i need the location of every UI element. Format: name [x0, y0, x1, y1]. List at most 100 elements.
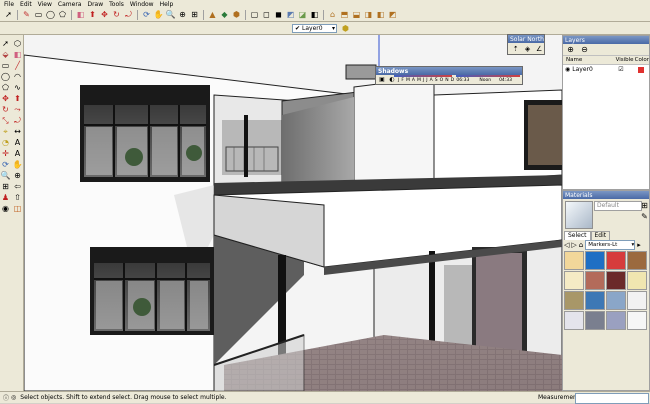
polygon-icon[interactable]: ⬠: [57, 10, 68, 21]
tape-measure-icon[interactable]: ⌖: [0, 126, 11, 137]
material-swatch[interactable]: [627, 291, 647, 310]
library-dropdown[interactable]: Markers-Lt ▾: [585, 240, 636, 250]
xray-icon[interactable]: ▢: [249, 10, 260, 21]
tab-edit[interactable]: Edit: [590, 231, 611, 240]
menu-help[interactable]: Help: [160, 1, 174, 8]
shaded-icon[interactable]: ◩: [285, 10, 296, 21]
create-material-icon[interactable]: ⊞: [639, 200, 650, 211]
offset-icon[interactable]: ⤾: [12, 115, 23, 126]
move-icon[interactable]: ✥: [99, 10, 110, 21]
material-swatch[interactable]: [627, 311, 647, 330]
details-arrow-icon[interactable]: ▸: [637, 241, 641, 249]
dimension-icon[interactable]: ↔: [12, 126, 23, 137]
axes-icon[interactable]: ✛: [0, 148, 11, 159]
material-swatch[interactable]: [585, 271, 605, 290]
material-swatch[interactable]: [627, 271, 647, 290]
offset-icon[interactable]: ⤾: [123, 10, 134, 21]
menu-camera[interactable]: Camera: [58, 1, 82, 8]
shaded-textures-icon[interactable]: ◪: [297, 10, 308, 21]
forward-arrow-icon[interactable]: ▷: [571, 241, 576, 249]
model-viewport[interactable]: [24, 35, 562, 391]
home-icon[interactable]: ⌂: [579, 241, 583, 249]
rotate-icon[interactable]: ↻: [111, 10, 122, 21]
make-component-icon[interactable]: ⬡: [12, 38, 23, 49]
menu-file[interactable]: File: [4, 1, 14, 8]
month-scale[interactable]: J F M A M J J A S O N D: [398, 78, 454, 83]
time-slider[interactable]: [456, 75, 520, 77]
move-icon[interactable]: ✥: [0, 93, 11, 104]
visible-checkbox[interactable]: ☑: [618, 66, 634, 73]
polygon-icon[interactable]: ⬠: [0, 82, 11, 93]
circle-icon[interactable]: ◯: [0, 71, 11, 82]
layer-manager-icon[interactable]: ⬢: [340, 23, 351, 34]
zoom-icon[interactable]: 🔍: [165, 10, 176, 21]
select-icon[interactable]: ➚: [0, 38, 11, 49]
display-shadows-icon[interactable]: ◐: [388, 76, 396, 84]
monochrome-icon[interactable]: ◧: [309, 10, 320, 21]
look-around-icon[interactable]: ◉: [0, 203, 11, 214]
top-view-icon[interactable]: ⬒: [339, 10, 350, 21]
material-swatch[interactable]: [585, 311, 605, 330]
set-north-icon[interactable]: ◈: [523, 44, 533, 55]
material-swatch[interactable]: [564, 251, 584, 270]
push-pull-icon[interactable]: ⬆: [87, 10, 98, 21]
menu-tools[interactable]: Tools: [109, 1, 124, 8]
select-arrow-icon[interactable]: ➚: [3, 10, 14, 21]
zoom-window-icon[interactable]: ⊕: [12, 170, 23, 181]
material-swatch[interactable]: [606, 271, 626, 290]
position-camera-icon[interactable]: ♟: [0, 192, 11, 203]
material-swatch[interactable]: [606, 291, 626, 310]
3d-text-icon[interactable]: A: [12, 148, 23, 159]
get-models-icon[interactable]: ⬢: [231, 10, 242, 21]
material-swatch[interactable]: [627, 251, 647, 270]
measurements-field[interactable]: [575, 393, 649, 404]
layer-color-swatch[interactable]: [638, 66, 645, 73]
pan-icon[interactable]: ✋: [153, 10, 164, 21]
zoom-extents-icon[interactable]: ⊞: [189, 10, 200, 21]
eraser-icon[interactable]: ◧: [75, 10, 86, 21]
pencil-icon[interactable]: ✎: [21, 10, 32, 21]
back-view-icon[interactable]: ◧: [375, 10, 386, 21]
eraser-icon[interactable]: ◧: [12, 49, 23, 60]
add-layer-icon[interactable]: ⊕: [565, 44, 576, 55]
text-icon[interactable]: A: [12, 137, 23, 148]
circle-icon[interactable]: ◯: [45, 10, 56, 21]
material-name-field[interactable]: Default: [594, 201, 642, 211]
delete-layer-icon[interactable]: ⊖: [579, 44, 590, 55]
follow-me-icon[interactable]: ⤳: [12, 104, 23, 115]
orbit-icon[interactable]: ⟳: [141, 10, 152, 21]
active-layer-radio[interactable]: ◉: [563, 66, 570, 73]
tab-select[interactable]: Select: [564, 231, 591, 240]
material-swatch[interactable]: [585, 251, 605, 270]
zoom-icon[interactable]: 🔍: [0, 170, 11, 181]
paint-bucket-icon[interactable]: ⬙: [0, 49, 11, 60]
layer-row[interactable]: ◉ Layer0 ☑: [563, 65, 649, 74]
menu-window[interactable]: Window: [130, 1, 154, 8]
shadow-settings-icon[interactable]: ▣: [378, 76, 386, 84]
pan-icon[interactable]: ✋: [12, 159, 23, 170]
scale-icon[interactable]: ⤡: [0, 115, 11, 126]
push-pull-icon[interactable]: ⬆: [12, 93, 23, 104]
material-swatch[interactable]: [564, 291, 584, 310]
previous-view-icon[interactable]: ⇦: [12, 181, 23, 192]
freehand-icon[interactable]: ∿: [12, 82, 23, 93]
material-swatch[interactable]: [606, 251, 626, 270]
hidden-line-icon[interactable]: ◼: [273, 10, 284, 21]
menu-edit[interactable]: Edit: [20, 1, 32, 8]
zoom-extents-icon[interactable]: ⊞: [0, 181, 11, 192]
wireframe-icon[interactable]: ◻: [261, 10, 272, 21]
zoom-window-icon[interactable]: ⊕: [177, 10, 188, 21]
material-swatch[interactable]: [564, 311, 584, 330]
material-swatch[interactable]: [564, 271, 584, 290]
menu-view[interactable]: View: [38, 1, 52, 8]
toggle-north-arrow-icon[interactable]: ⇡: [511, 44, 521, 55]
3d-warehouse-icon[interactable]: ▲: [207, 10, 218, 21]
rectangle-icon[interactable]: ▭: [33, 10, 44, 21]
front-view-icon[interactable]: ⬓: [351, 10, 362, 21]
rectangle-icon[interactable]: ▭: [0, 60, 11, 71]
sample-paint-icon[interactable]: ✎: [639, 211, 650, 222]
section-plane-icon[interactable]: ◫: [12, 203, 23, 214]
left-view-icon[interactable]: ◩: [387, 10, 398, 21]
back-arrow-icon[interactable]: ◁: [564, 241, 569, 249]
menu-draw[interactable]: Draw: [87, 1, 103, 8]
